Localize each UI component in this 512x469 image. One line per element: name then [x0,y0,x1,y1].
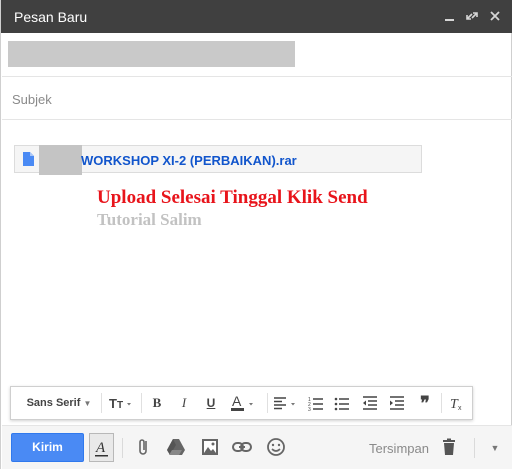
subject-row [2,77,512,120]
attachment-filename-redacted [39,145,82,175]
bold-icon[interactable]: B [148,387,166,419]
minimize-icon[interactable] [439,6,459,26]
compose-title: Pesan Baru [14,9,88,25]
svg-text:A: A [232,393,242,409]
attachment-filename[interactable]: WORKSHOP XI-2 (PERBAIKAN).rar [81,153,297,168]
saved-status: Tersimpan [369,441,429,456]
link-icon[interactable] [231,436,253,458]
formatting-toolbar: Sans Serif ▼ TT B I U A 123 ❞ Tx [10,386,473,420]
formatting-icon[interactable]: A [89,433,114,462]
svg-text:T: T [117,400,123,411]
expand-icon[interactable] [462,6,482,26]
compose-bottom-bar: Kirim A Tersimpan ▼ [2,425,512,469]
indent-more-icon[interactable] [387,387,407,419]
recipients-row[interactable] [2,33,512,77]
compose-window: Pesan Baru WORKSHOP XI-2 (PERBAIKAN).rar… [0,0,512,469]
svg-text:x: x [458,405,462,412]
photo-icon[interactable] [199,436,221,458]
italic-icon[interactable]: I [175,387,193,419]
overlay-instruction-text: Upload Selesai Tinggal Klik Send [97,187,368,208]
font-family-label: Sans Serif [26,397,81,409]
text-color-icon[interactable]: A [229,387,259,419]
svg-text:T: T [109,396,117,411]
svg-text:3: 3 [308,407,311,413]
attachment-chip[interactable]: WORKSHOP XI-2 (PERBAIKAN).rar [14,145,422,175]
quote-icon[interactable]: ❞ [415,387,435,419]
compose-title-bar[interactable]: Pesan Baru [1,0,512,33]
recipients-field-redacted[interactable] [8,41,295,67]
more-options-icon[interactable]: ▼ [489,438,501,458]
attach-icon[interactable] [133,436,155,458]
font-size-icon[interactable]: TT [106,387,136,419]
emoji-icon[interactable] [265,436,287,458]
send-button[interactable]: Kirim [11,433,84,462]
indent-less-icon[interactable] [360,387,380,419]
subject-input[interactable] [12,89,492,109]
align-icon[interactable] [271,387,301,419]
remove-formatting-icon[interactable]: Tx [447,387,467,419]
font-family-select[interactable]: Sans Serif ▼ [20,387,98,419]
close-icon[interactable] [485,6,505,26]
numbered-list-icon[interactable]: 123 [307,387,327,419]
bulleted-list-icon[interactable] [333,387,353,419]
document-icon [23,152,34,166]
drive-icon[interactable] [165,436,187,458]
underline-icon[interactable]: U [202,387,220,419]
svg-text:A: A [95,440,106,456]
caret-down-icon: ▼ [83,399,92,408]
trash-icon[interactable] [438,436,460,458]
overlay-watermark-text: Tutorial Salim [97,210,202,229]
